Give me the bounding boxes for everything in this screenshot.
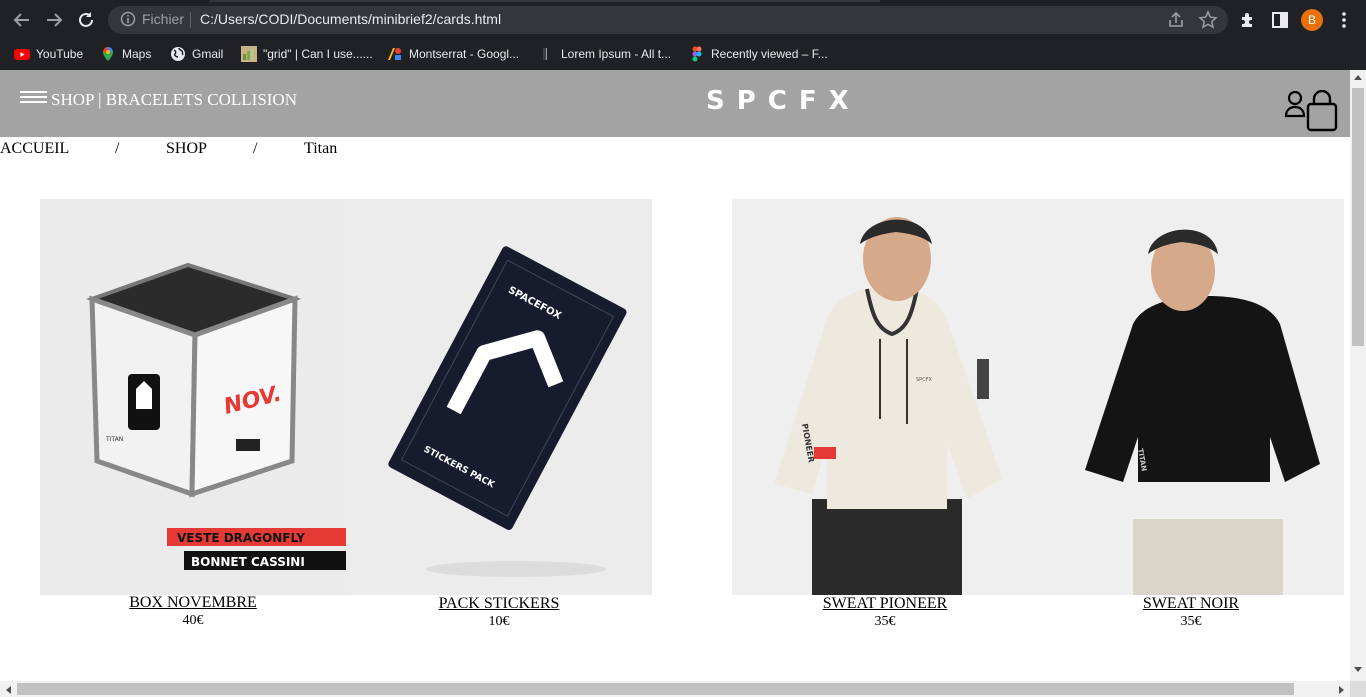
bookmark-label: Montserrat - Googl... — [409, 47, 520, 61]
bookmark-lorem-ipsum[interactable]: Lorem Ipsum - All t... — [539, 44, 671, 64]
forward-button[interactable] — [42, 8, 66, 32]
chest-text-pioneer: SPCFX — [916, 377, 933, 383]
bookmark-youtube[interactable]: YouTube — [14, 44, 83, 64]
product-name-box-novembre[interactable]: BOX NOVEMBRE — [129, 594, 257, 612]
breadcrumb-separator: / — [253, 140, 258, 157]
bookmark-google-fonts[interactable]: Montserrat - Googl... — [387, 44, 519, 64]
menu-dots-icon[interactable] — [1334, 10, 1354, 30]
bookmark-label: Maps — [122, 47, 152, 61]
url-scheme-label: Fichier — [142, 11, 185, 27]
scroll-left-arrow-icon[interactable] — [4, 685, 12, 695]
maps-icon — [103, 47, 113, 61]
google-fonts-icon — [388, 48, 401, 60]
bookmark-label: Lorem Ipsum - All t... — [561, 47, 672, 61]
stickers-illustration: SPACEFOX STICKERS PACK — [388, 246, 627, 577]
scroll-down-arrow-icon[interactable] — [1353, 666, 1363, 674]
arrow-right-icon — [47, 13, 63, 27]
model-noir-illustration: TITAN — [1085, 229, 1320, 595]
bookmark-label: "grid" | Can I use...... — [263, 47, 373, 61]
breadcrumb-home[interactable]: ACCUEIL — [0, 140, 69, 158]
product-name-sweat-noir[interactable]: SWEAT NOIR — [1143, 595, 1239, 613]
label-veste-dragonfly: VESTE DRAGONFLY — [177, 531, 305, 545]
bookmark-gmail[interactable]: Gmail — [170, 44, 223, 64]
product-name-pack-stickers[interactable]: PACK STICKERS — [439, 595, 560, 613]
product-price-sweat-noir: 35€ — [1180, 614, 1202, 629]
product-image-sweat-noir[interactable]: TITAN — [1038, 199, 1344, 595]
lorem-ipsum-icon — [543, 48, 547, 60]
url-text[interactable]: C:/Users/CODI/Documents/minibrief2/cards… — [200, 11, 501, 27]
shopping-bag-icon[interactable] — [1305, 90, 1339, 132]
globe-icon — [171, 47, 185, 61]
scroll-right-arrow-icon[interactable] — [1338, 685, 1346, 695]
breadcrumb-current: Titan — [304, 140, 338, 157]
product-price-sweat-pioneer: 35€ — [874, 614, 896, 629]
bookmark-label: Recently viewed – F... — [711, 47, 828, 61]
label-bonnet-cassini: BONNET CASSINI — [191, 555, 305, 569]
share-icon[interactable] — [1166, 10, 1186, 30]
page-viewport: SHOP | BRACELETS COLLISION SPCFX ACCUEIL… — [0, 70, 1350, 681]
info-icon[interactable] — [120, 11, 136, 27]
profile-avatar[interactable]: B — [1301, 9, 1323, 31]
horizontal-scroll-thumb[interactable] — [17, 683, 1294, 695]
tab-strip — [210, 0, 880, 2]
bookmark-maps[interactable]: Maps — [100, 44, 151, 64]
bookmark-label: Gmail — [192, 47, 224, 61]
breadcrumb-separator: / — [115, 140, 120, 157]
bookmark-label: YouTube — [36, 47, 84, 61]
star-icon[interactable] — [1198, 10, 1218, 30]
product-price-pack-stickers: 10€ — [488, 614, 510, 629]
site-logo[interactable]: SPCFX — [706, 86, 861, 116]
reload-icon — [79, 12, 93, 27]
product-name-sweat-pioneer[interactable]: SWEAT PIONEER — [823, 595, 948, 613]
model-pioneer-illustration: PIONEER SPCFX — [774, 217, 1002, 595]
box-illustration: NOV. TITAN VESTE DRAGONFLY BONNET CASSIN… — [85, 262, 346, 570]
header-title[interactable]: SHOP | BRACELETS COLLISION — [51, 90, 297, 110]
breadcrumb-shop[interactable]: SHOP — [166, 140, 207, 158]
product-image-sweat-pioneer[interactable]: PIONEER SPCFX — [732, 199, 1038, 595]
youtube-icon — [14, 49, 30, 60]
bookmark-caniuse[interactable]: "grid" | Can I use...... — [241, 44, 373, 64]
arrow-left-icon — [13, 13, 29, 27]
scrollbar-corner — [1350, 681, 1366, 697]
product-image-pack-stickers[interactable]: SPACEFOX STICKERS PACK — [346, 199, 652, 595]
site-header: SHOP | BRACELETS COLLISION SPCFX — [0, 70, 1350, 137]
url-divider — [190, 12, 191, 28]
vertical-scroll-thumb[interactable] — [1352, 88, 1364, 346]
bookmark-figma[interactable]: Recently viewed – F... — [689, 44, 828, 64]
back-button[interactable] — [10, 8, 34, 32]
reload-button[interactable] — [74, 8, 98, 32]
box-brand-text: TITAN — [105, 436, 123, 443]
extensions-icon[interactable] — [1238, 10, 1258, 30]
scroll-up-arrow-icon[interactable] — [1353, 73, 1363, 81]
figma-icon — [692, 46, 702, 62]
caniuse-icon — [241, 46, 257, 62]
product-image-box-novembre[interactable]: NOV. TITAN VESTE DRAGONFLY BONNET CASSIN… — [40, 199, 346, 595]
hamburger-menu-icon[interactable] — [20, 91, 47, 105]
side-panel-icon[interactable] — [1270, 10, 1290, 30]
product-price-box-novembre: 40€ — [182, 613, 204, 628]
